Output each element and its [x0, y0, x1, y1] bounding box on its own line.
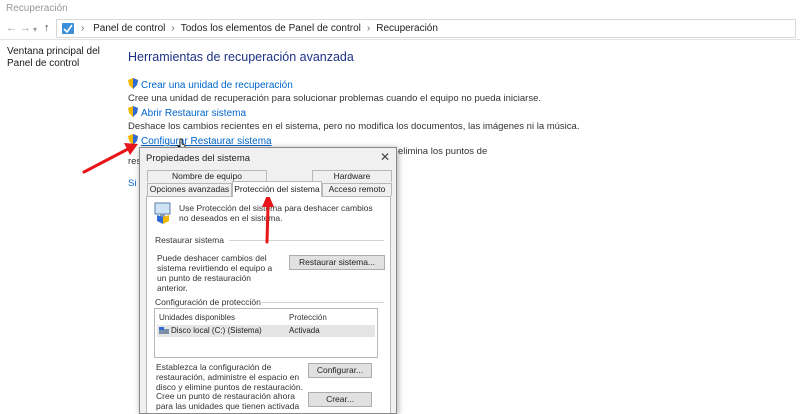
table-row[interactable]: Disco local (C:) (Sistema) Activada [157, 325, 375, 337]
system-properties-dialog: Propiedades del sistema ✕ Nombre de equi… [139, 147, 397, 414]
open-system-restore-description: Deshace los cambios recientes en el sist… [128, 121, 580, 132]
window-titlebar: Recuperación [0, 0, 800, 18]
back-arrow-icon[interactable]: ← [6, 22, 17, 34]
configure-description: Establezca la configuración de restaurac… [156, 362, 303, 392]
main-content: Herramientas de recuperación avanzada Cr… [128, 50, 788, 147]
drive-protection-status: Activada [289, 326, 320, 335]
drive-name: Disco local (C:) (Sistema) [171, 326, 262, 335]
computer-shield-icon [154, 202, 171, 224]
tab-remote-access[interactable]: Acceso remoto [322, 183, 392, 196]
window-title: Recuperación [6, 3, 68, 14]
up-arrow-icon[interactable]: ↑ [44, 22, 50, 34]
restore-description: Puede deshacer cambios del sistema revir… [157, 253, 273, 293]
create-recovery-drive-link[interactable]: Crear una unidad de recuperación [141, 80, 293, 91]
recovery-item-open-restore: Abrir Restaurar sistema Deshace los camb… [128, 106, 579, 132]
uac-shield-icon [128, 78, 138, 89]
breadcrumb-item[interactable]: Panel de control [93, 23, 165, 34]
column-header-drives: Unidades disponibles [159, 313, 236, 322]
recent-dropdown-icon[interactable]: ▾ [33, 24, 37, 36]
tab-advanced-options[interactable]: Opciones avanzadas [147, 183, 232, 196]
create-button[interactable]: Crear... [308, 392, 372, 407]
protection-config-group-label: Configuración de protección [155, 297, 261, 307]
tab-hardware[interactable]: Hardware [312, 170, 392, 182]
group-divider [259, 302, 384, 303]
page-heading: Herramientas de recuperación avanzada [128, 50, 354, 64]
uac-shield-icon [128, 106, 138, 117]
breadcrumb-item[interactable]: Recuperación [376, 23, 438, 34]
drives-list[interactable]: Unidades disponibles Protección Disco lo… [154, 308, 378, 358]
open-system-restore-link[interactable]: Abrir Restaurar sistema [141, 108, 246, 119]
drive-icon [159, 327, 169, 334]
annotation-arrow [262, 193, 274, 244]
configure-system-restore-link[interactable]: Configurar Restaurar sistema [141, 136, 272, 147]
breadcrumb-item[interactable]: Todos los elementos de Panel de control [181, 23, 361, 34]
address-bar[interactable]: › Panel de control › Todos los elementos d… [56, 19, 796, 38]
partially-hidden-text: elimina los puntos de [398, 146, 488, 157]
group-divider [229, 240, 384, 241]
system-protection-info: Use Protección del sistema para deshacer… [179, 203, 373, 223]
restore-system-button[interactable]: Restaurar sistema... [289, 255, 385, 270]
recovery-item-create-drive: Crear una unidad de recuperación Cree un… [128, 78, 541, 104]
tab-system-protection[interactable]: Protección del sistema [232, 181, 322, 197]
configure-button[interactable]: Configurar... [308, 363, 372, 378]
annotation-arrow [82, 143, 138, 174]
sidebar-control-panel-home[interactable]: Ventana principal del Panel de control [7, 46, 115, 70]
forward-arrow-icon[interactable]: → [20, 22, 31, 34]
close-icon[interactable]: ✕ [380, 150, 390, 164]
control-panel-icon [62, 23, 74, 34]
column-header-protection: Protección [289, 313, 327, 322]
dialog-title: Propiedades del sistema [146, 153, 251, 164]
navigation-bar: ← → ▾ ↑ › Panel de control › Todos los ele… [0, 18, 800, 40]
recovery-item-configure-restore: Configurar Restaurar sistema [128, 134, 272, 147]
create-recovery-drive-description: Cree una unidad de recuperación para sol… [128, 93, 541, 104]
create-description: Cree un punto de restauración ahora para… [156, 391, 300, 413]
restore-group-label: Restaurar sistema [155, 235, 224, 245]
breadcrumb: › Panel de control › Todos los elementos d… [81, 23, 438, 34]
